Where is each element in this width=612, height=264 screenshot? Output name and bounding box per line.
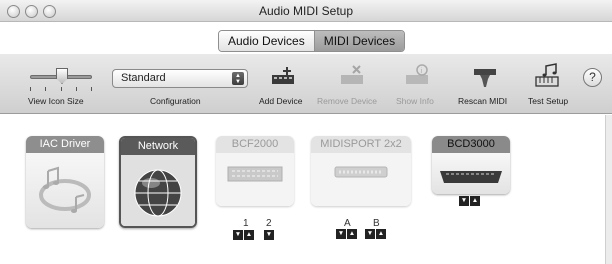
add-device-button[interactable] — [270, 63, 296, 96]
tab-audio-devices[interactable]: Audio Devices — [219, 31, 314, 51]
device-network[interactable]: Network — [119, 136, 197, 228]
help-button[interactable]: ? — [583, 68, 602, 87]
bcf2000-icon — [227, 166, 283, 182]
rescan-midi-icon — [474, 69, 496, 87]
port-out-arrow[interactable]: ▼ — [264, 230, 274, 240]
toolbar: View Icon Size Standard ▲ ▼ Configuration… — [0, 54, 612, 114]
device-midisport-2x2[interactable]: MIDISPORT 2x2 — [311, 136, 411, 206]
show-info-label: Show Info — [396, 96, 434, 106]
device-name: MIDISPORT 2x2 — [311, 136, 411, 153]
port-in-arrow[interactable]: ▲ — [347, 229, 357, 239]
port-out-arrow[interactable]: ▼ — [365, 229, 375, 239]
configuration-label: Configuration — [150, 96, 201, 106]
rescan-midi-button[interactable] — [472, 63, 498, 96]
port-label: A — [344, 218, 351, 229]
port-label: B — [373, 218, 380, 229]
slider-ticks — [30, 87, 92, 91]
port-out-arrow[interactable]: ▼ — [233, 230, 243, 240]
port-out-arrow[interactable]: ▼ — [459, 196, 469, 206]
device-name: Network — [121, 138, 195, 155]
remove-device-label: Remove Device — [317, 96, 377, 106]
vertical-scrollbar[interactable] — [605, 115, 612, 264]
add-device-icon — [272, 67, 294, 84]
view-icon-size-label: View Icon Size — [28, 96, 84, 106]
device-bcf2000[interactable]: BCF2000 — [216, 136, 294, 206]
port-in-arrow[interactable]: ▲ — [470, 196, 480, 206]
title-bar: Audio MIDI Setup — [0, 0, 612, 22]
midisport-icon — [334, 166, 388, 178]
show-info-icon: i — [406, 64, 428, 84]
device-tabs: Audio Devices MIDI Devices — [218, 30, 406, 52]
configuration-value: Standard — [121, 72, 166, 84]
device-bcd3000[interactable]: BCD3000 — [432, 136, 510, 194]
device-iac-driver[interactable]: IAC Driver — [26, 136, 104, 228]
device-name: BCD3000 — [432, 136, 510, 153]
port-in-arrow[interactable]: ▲ — [244, 230, 254, 240]
device-name: BCF2000 — [216, 136, 294, 153]
port-out-arrow[interactable]: ▼ — [336, 229, 346, 239]
remove-device-icon — [341, 65, 363, 84]
device-name: IAC Driver — [26, 136, 104, 153]
icon-size-slider[interactable] — [30, 68, 92, 86]
remove-device-button[interactable] — [339, 63, 365, 96]
test-setup-label: Test Setup — [528, 96, 569, 106]
rescan-midi-label: Rescan MIDI — [458, 96, 508, 106]
network-globe-icon — [134, 169, 182, 217]
add-device-label: Add Device — [259, 96, 303, 106]
show-info-button[interactable]: i — [404, 63, 430, 96]
tab-midi-devices[interactable]: MIDI Devices — [313, 31, 405, 51]
configuration-select[interactable]: Standard ▲ ▼ — [112, 69, 248, 88]
test-setup-button[interactable] — [534, 63, 560, 96]
window-title: Audio MIDI Setup — [258, 4, 354, 18]
select-arrows-icon: ▲ ▼ — [232, 72, 244, 85]
svg-text:i: i — [421, 68, 423, 75]
iac-driver-icon — [39, 166, 91, 213]
port-label: 1 — [243, 218, 249, 229]
bcd3000-icon — [440, 171, 502, 183]
port-in-arrow[interactable]: ▲ — [376, 229, 386, 239]
test-setup-icon — [535, 63, 559, 87]
slider-thumb[interactable] — [56, 68, 68, 84]
port-label: 2 — [266, 218, 272, 229]
